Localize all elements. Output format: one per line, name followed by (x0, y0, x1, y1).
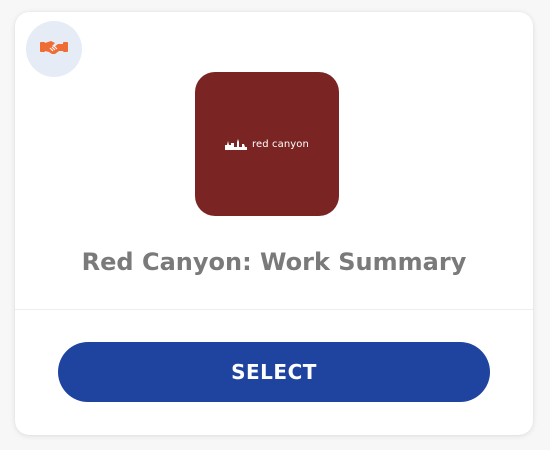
canyon-silhouette-icon (225, 135, 248, 154)
logo-text: red canyon (252, 138, 309, 150)
card-title: Red Canyon: Work Summary (81, 248, 467, 276)
work-summary-card[interactable]: red canyon Red Canyon: Work Summary SELE… (15, 12, 533, 435)
red-canyon-logo: red canyon (195, 72, 339, 216)
select-button[interactable]: SELECT (58, 342, 490, 402)
card-divider (15, 309, 533, 310)
logo-lockup: red canyon (225, 135, 309, 154)
page: red canyon Red Canyon: Work Summary SELE… (0, 0, 550, 450)
handshake-icon (40, 37, 68, 61)
category-badge (26, 21, 82, 77)
